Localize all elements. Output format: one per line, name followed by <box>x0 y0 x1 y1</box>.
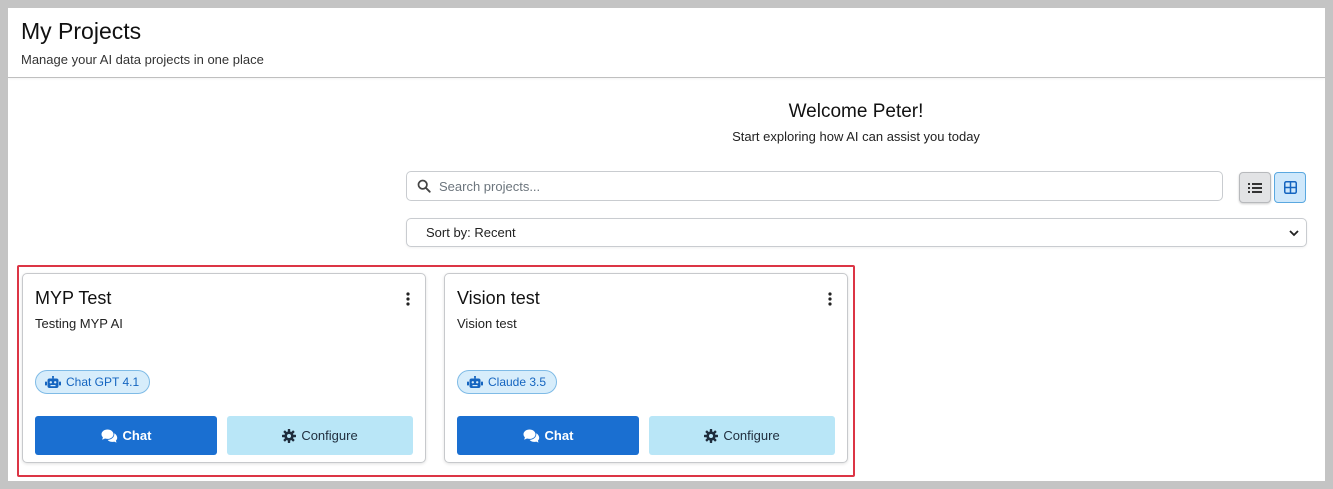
gear-icon <box>704 428 719 443</box>
project-description: Testing MYP AI <box>35 316 123 331</box>
welcome-section: Welcome Peter! Start exploring how AI ca… <box>406 101 1306 144</box>
search-box[interactable] <box>406 171 1223 201</box>
list-icon <box>1248 182 1262 193</box>
sort-label: Sort by: Recent <box>426 225 516 240</box>
page-title: My Projects <box>21 18 142 44</box>
list-view-button[interactable] <box>1239 172 1271 203</box>
gear-icon <box>282 428 297 443</box>
chat-button[interactable]: Chat <box>35 416 217 455</box>
project-name: Vision test <box>457 288 540 308</box>
configure-label: Configure <box>301 428 358 443</box>
chat-button[interactable]: Chat <box>457 416 639 455</box>
chat-icon <box>101 429 117 443</box>
welcome-title: Welcome Peter! <box>788 101 924 122</box>
chat-label: Chat <box>544 428 574 443</box>
model-badge: Claude 3.5 <box>457 370 558 394</box>
search-icon <box>417 179 431 193</box>
page-header: My Projects Manage your AI data projects… <box>8 8 1325 78</box>
robot-icon <box>45 375 61 388</box>
search-input[interactable] <box>439 178 1222 194</box>
more-options-icon[interactable] <box>827 292 833 306</box>
project-description: Vision test <box>457 316 517 331</box>
model-badge: Chat GPT 4.1 <box>35 370 151 394</box>
welcome-subtitle: Start exploring how AI can assist you to… <box>732 129 980 144</box>
robot-icon <box>467 375 483 388</box>
grid-view-button[interactable] <box>1274 172 1306 203</box>
chevron-down-icon <box>1289 230 1299 237</box>
chat-label: Chat <box>122 428 152 443</box>
model-name: Claude 3.5 <box>488 375 547 389</box>
model-name: Chat GPT 4.1 <box>66 375 140 389</box>
more-options-icon[interactable] <box>405 292 411 306</box>
app-window: My Projects Manage your AI data projects… <box>8 8 1325 481</box>
sort-select[interactable]: Sort by: Recent <box>406 218 1307 247</box>
project-name: MYP Test <box>35 288 112 308</box>
chat-icon <box>523 429 539 443</box>
project-card: MYP Test Testing MYP AI Chat GPT 4.1 Cha… <box>22 273 426 463</box>
page-subtitle: Manage your AI data projects in one plac… <box>21 52 264 67</box>
grid-icon <box>1283 181 1297 194</box>
configure-button[interactable]: Configure <box>227 416 413 455</box>
configure-button[interactable]: Configure <box>649 416 835 455</box>
project-card: Vision test Vision test Claude 3.5 Chat … <box>444 273 848 463</box>
configure-label: Configure <box>723 428 780 443</box>
